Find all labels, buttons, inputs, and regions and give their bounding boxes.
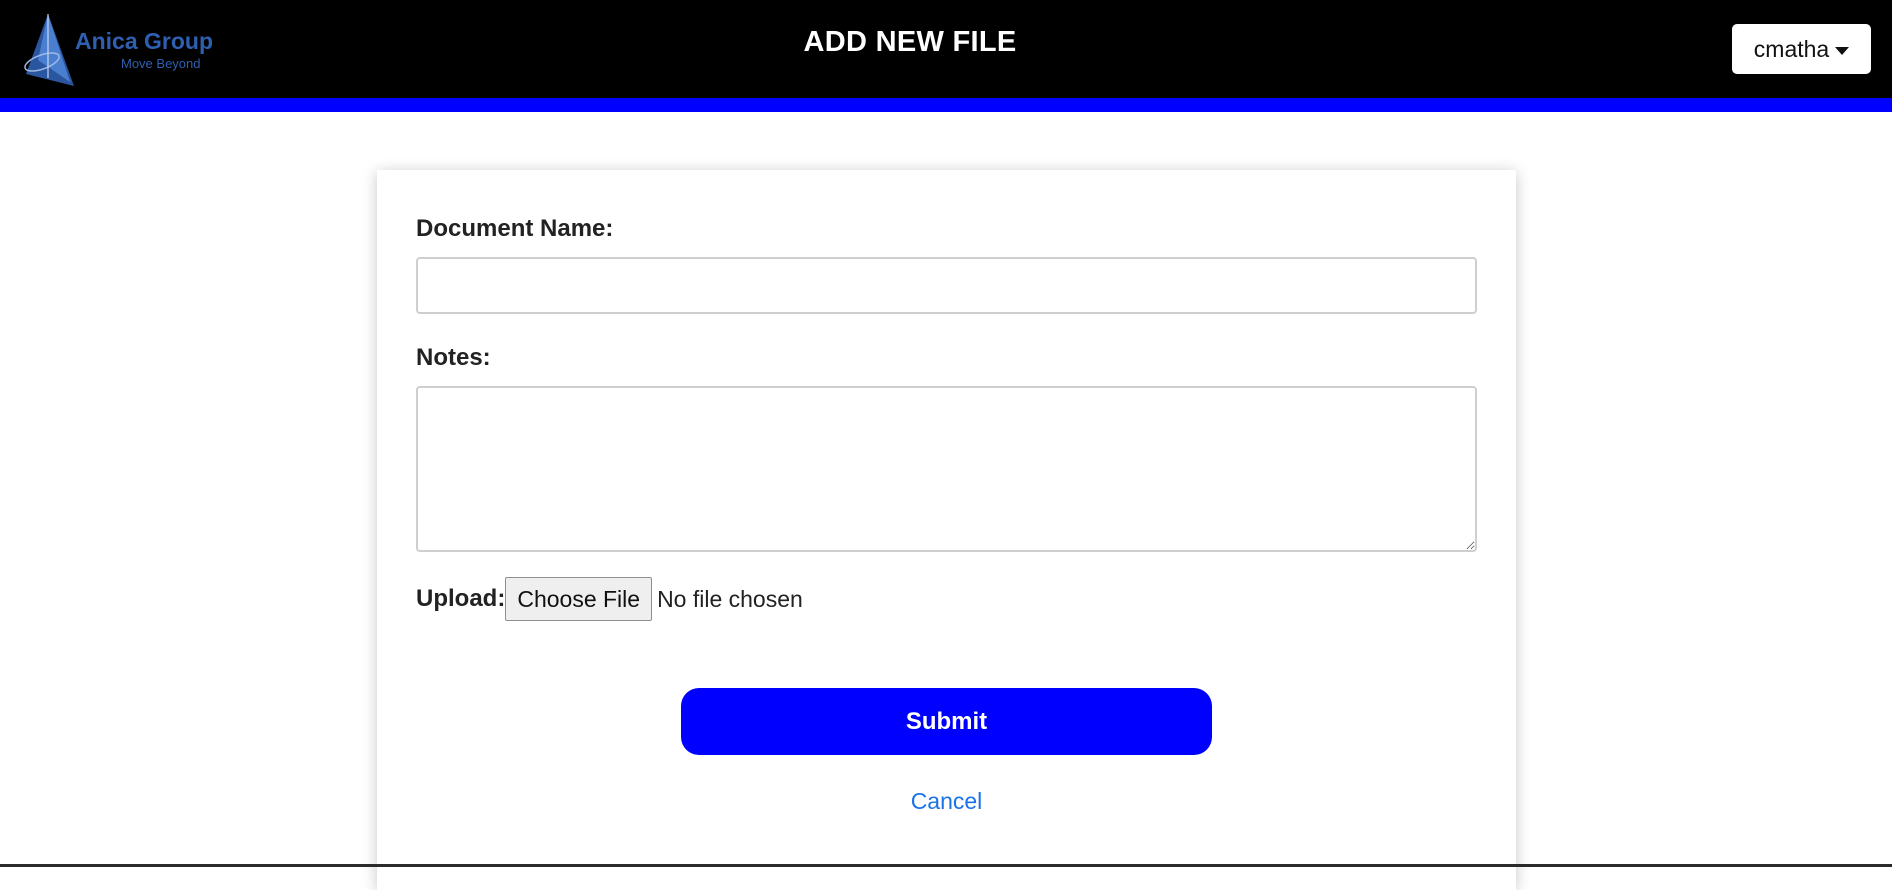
notes-label: Notes:	[416, 344, 491, 371]
upload-label: Upload:	[416, 585, 506, 612]
document-name-label: Document Name:	[416, 215, 614, 242]
choose-file-button[interactable]: Choose File	[505, 577, 653, 621]
submit-button[interactable]: Submit	[681, 688, 1212, 755]
page-title: ADD NEW FILE	[803, 26, 1017, 58]
file-status-text: No file chosen	[657, 585, 803, 612]
cancel-link-text[interactable]: Cancel	[911, 788, 983, 814]
notes-textarea[interactable]	[416, 386, 1477, 552]
top-navigation-bar: Anica Group Move Beyond ADD NEW FILE cma…	[0, 0, 1892, 98]
caret-down-icon	[1835, 46, 1850, 55]
header-accent-stripe	[0, 98, 1892, 112]
username-label: cmatha	[1753, 35, 1830, 62]
cancel-link: Cancel	[377, 788, 1516, 815]
add-file-form-card: Document Name: Notes: Upload: Choose Fil…	[377, 170, 1516, 890]
document-name-input[interactable]	[416, 257, 1477, 314]
upload-row: Upload: Choose File No file chosen	[416, 576, 803, 622]
user-menu-button[interactable]: cmatha	[1732, 24, 1871, 74]
